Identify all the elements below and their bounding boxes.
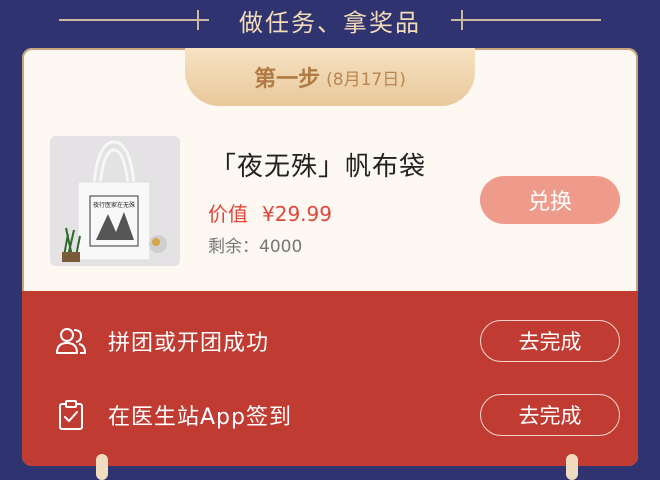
bag-print-text: 夜行医家在无殊 xyxy=(93,201,135,209)
step-label: 第一步 xyxy=(254,67,321,92)
task-complete-button[interactable]: 去完成 xyxy=(480,320,620,362)
step-tab: 第一步 (8月17日) xyxy=(185,48,475,106)
reward-card: 第一步 (8月17日) 夜行医家在无殊 「夜无殊」帆布袋 价值 ¥29.99 剩余… xyxy=(22,48,638,466)
section-header: 做任务、拿奖品 xyxy=(0,0,660,40)
card-connector-left xyxy=(96,454,108,480)
price-row: 价值 ¥29.99 xyxy=(208,198,332,227)
task-panel: 拼团或开团成功 去完成 在医生站App签到 去完成 xyxy=(22,291,638,466)
card-connector-right xyxy=(566,454,578,480)
header-decoration-left xyxy=(59,10,209,30)
step-date: (8月17日) xyxy=(326,69,406,90)
task-item: 拼团或开团成功 去完成 xyxy=(22,311,638,371)
price-label: 价值 xyxy=(208,202,248,226)
clipboard-check-icon xyxy=(54,398,88,432)
task-label: 在医生站App签到 xyxy=(108,405,292,430)
product-image[interactable]: 夜行医家在无殊 xyxy=(50,136,180,266)
remaining-stock: 剩余：4000 xyxy=(208,237,303,257)
users-icon xyxy=(54,324,88,358)
task-complete-button[interactable]: 去完成 xyxy=(480,394,620,436)
header-decoration-right xyxy=(451,10,601,30)
product-name: 「夜无殊」帆布袋 xyxy=(210,152,427,182)
redeem-button[interactable]: 兑换 xyxy=(480,176,620,224)
section-title: 做任务、拿奖品 xyxy=(239,8,421,37)
price-value: ¥29.99 xyxy=(262,202,332,226)
task-item: 在医生站App签到 去完成 xyxy=(22,385,638,445)
tote-bag-image: 夜行医家在无殊 xyxy=(50,136,180,266)
task-label: 拼团或开团成功 xyxy=(108,331,270,356)
